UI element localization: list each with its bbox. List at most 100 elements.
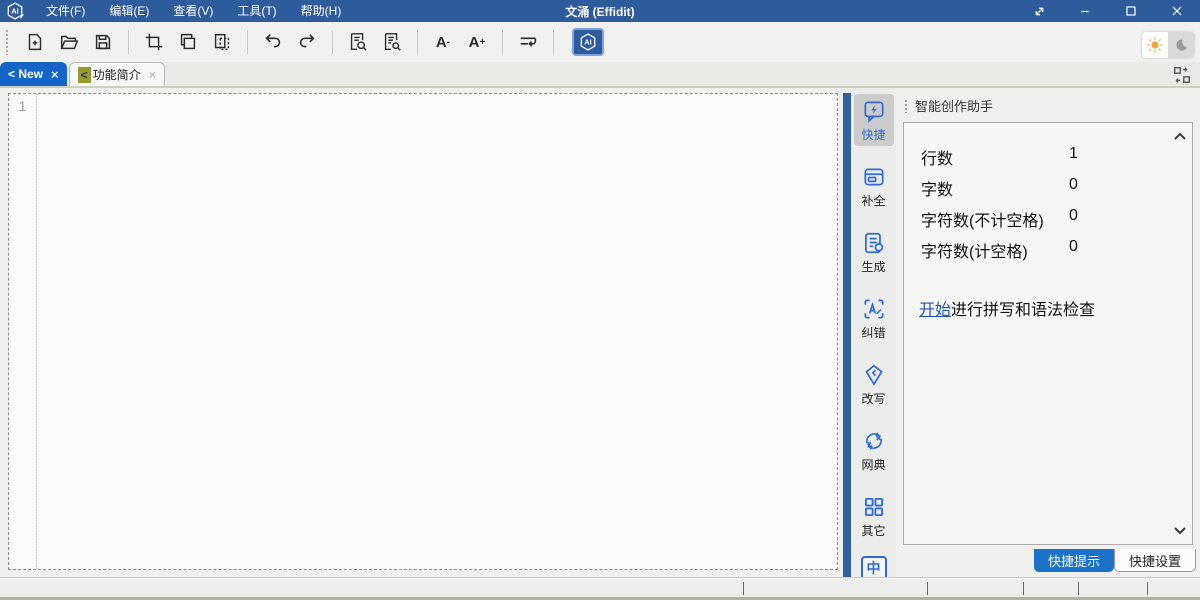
tab-badge: < [78, 67, 91, 83]
stat-row-chars-with-space: 字符数(计空格) 0 [904, 238, 1192, 269]
tab-label: 功能简介 [93, 66, 141, 83]
toolbar-separator [553, 30, 554, 54]
others-grid-icon [861, 494, 887, 520]
document-tab-bar: < New × < 功能简介 × [0, 62, 1200, 88]
panel-title: 智能创作助手 [915, 96, 993, 115]
stat-value: 1 [1069, 145, 1078, 163]
statusbar-divider [1078, 582, 1079, 595]
proofread-brackets-icon [861, 296, 887, 322]
stat-value: 0 [1069, 238, 1078, 256]
drag-handle-icon[interactable] [904, 99, 908, 113]
line-number-gutter: 1 [9, 94, 37, 569]
tab-quick-tips[interactable]: 快捷提示 [1034, 549, 1114, 572]
menu-view[interactable]: 查看(V) [161, 0, 225, 22]
assistant-panel: 智能创作助手 行数 1 字数 0 [896, 88, 1200, 577]
undo-icon[interactable] [260, 29, 286, 55]
status-bar [0, 577, 1200, 600]
font-decrease-icon[interactable]: A- [430, 29, 456, 55]
tab-close-icon[interactable]: × [149, 68, 157, 81]
rail-label: 其它 [861, 522, 885, 539]
stat-row-words: 字数 0 [904, 176, 1192, 207]
stat-label: 字符数(计空格) [921, 238, 1028, 262]
editor-panel-splitter[interactable] [843, 93, 851, 577]
editor: 1 [8, 93, 838, 570]
rail-item-dictionary[interactable]: 网典 [854, 424, 894, 476]
stat-label: 字数 [921, 176, 953, 200]
open-file-icon[interactable] [56, 29, 82, 55]
line-number: 1 [19, 98, 27, 114]
save-icon[interactable] [90, 29, 116, 55]
paste-icon[interactable] [209, 29, 235, 55]
toolbar-separator [247, 30, 248, 54]
function-rail: 快捷 补全 [851, 88, 896, 577]
stat-row-lines: 行数 1 [904, 145, 1192, 176]
statusbar-divider [1147, 582, 1148, 595]
find-icon[interactable] [345, 29, 371, 55]
app-logo-icon: AI [4, 1, 26, 21]
new-file-icon[interactable] [22, 29, 48, 55]
rail-item-quick[interactable]: 快捷 [854, 94, 894, 146]
stat-row-chars-no-space: 字符数(不计空格) 0 [904, 207, 1192, 238]
stat-value: 0 [1069, 207, 1078, 225]
window-title: 文涌 (Effidit) [565, 3, 634, 20]
maximize-icon[interactable] [1108, 0, 1154, 22]
tab-quick-settings[interactable]: 快捷设置 [1114, 549, 1196, 572]
menu-bar: 文件(F) 编辑(E) 查看(V) 工具(T) 帮助(H) [34, 0, 353, 22]
stat-value: 0 [1069, 176, 1078, 194]
stat-label: 行数 [921, 145, 953, 169]
rail-label: 补全 [861, 192, 885, 209]
window-controls [1016, 0, 1200, 22]
tab-label: < New [8, 67, 43, 81]
theme-toggle [1142, 32, 1194, 58]
start-check-link[interactable]: 开始 [919, 302, 951, 319]
close-icon[interactable] [1154, 0, 1200, 22]
tab-close-icon[interactable]: × [51, 68, 59, 81]
minimize-icon[interactable] [1062, 0, 1108, 22]
panel-content: 行数 1 字数 0 字符数(不计空格) 0 字符数(计空格) 0 [903, 122, 1193, 545]
rail-item-others[interactable]: 其它 [854, 490, 894, 542]
scroll-up-icon[interactable] [1172, 129, 1188, 145]
toolbar-grip[interactable] [5, 29, 10, 55]
rail-label: 纠错 [861, 324, 885, 341]
rail-label: 快捷 [861, 126, 885, 143]
toolbar: A- A+ AI [0, 22, 1200, 62]
toolbar-separator [417, 30, 418, 54]
replace-icon[interactable] [379, 29, 405, 55]
text-stats: 行数 1 字数 0 字符数(不计空格) 0 字符数(计空格) 0 [904, 123, 1192, 269]
svg-text:AI: AI [11, 7, 19, 16]
stat-label: 字符数(不计空格) [921, 207, 1044, 231]
tab-feature-intro[interactable]: < 功能简介 × [69, 62, 166, 86]
rail-item-proofread[interactable]: 纠错 [854, 292, 894, 344]
effidit-window: AI 文件(F) 编辑(E) 查看(V) 工具(T) 帮助(H) 文涌 (Eff… [0, 0, 1200, 600]
text-input-area[interactable] [38, 94, 837, 569]
crop-icon[interactable] [141, 29, 167, 55]
rail-item-rewrite[interactable]: 改写 [854, 358, 894, 410]
statusbar-divider [927, 582, 928, 595]
menu-file[interactable]: 文件(F) [34, 0, 97, 22]
generate-doc-bulb-icon [861, 230, 887, 256]
menu-tools[interactable]: 工具(T) [225, 0, 288, 22]
toolbar-separator [502, 30, 503, 54]
statusbar-divider [1023, 582, 1024, 595]
word-wrap-icon[interactable] [515, 29, 541, 55]
tab-new[interactable]: < New × [0, 62, 67, 86]
font-increase-icon[interactable]: A+ [464, 29, 490, 55]
panel-header: 智能创作助手 [904, 96, 993, 115]
menu-help[interactable]: 帮助(H) [289, 0, 354, 22]
light-theme-icon[interactable] [1142, 32, 1168, 58]
layout-swap-icon[interactable] [1172, 65, 1192, 85]
redo-icon[interactable] [294, 29, 320, 55]
panel-bottom-tabs: 快捷提示 快捷设置 [1034, 549, 1196, 572]
dark-theme-icon[interactable] [1168, 32, 1194, 58]
menu-edit[interactable]: 编辑(E) [97, 0, 161, 22]
scroll-down-icon[interactable] [1172, 522, 1188, 538]
dictionary-sync-icon [861, 428, 887, 454]
title-bar: AI 文件(F) 编辑(E) 查看(V) 工具(T) 帮助(H) 文涌 (Eff… [0, 0, 1200, 22]
expand-icon[interactable] [1016, 0, 1062, 22]
check-description: 进行拼写和语法检查 [951, 302, 1095, 319]
toolbar-separator [128, 30, 129, 54]
ai-assistant-icon[interactable]: AI [572, 28, 604, 56]
rail-item-completion[interactable]: 补全 [854, 160, 894, 212]
copy-icon[interactable] [175, 29, 201, 55]
rail-item-generate[interactable]: 生成 [854, 226, 894, 278]
